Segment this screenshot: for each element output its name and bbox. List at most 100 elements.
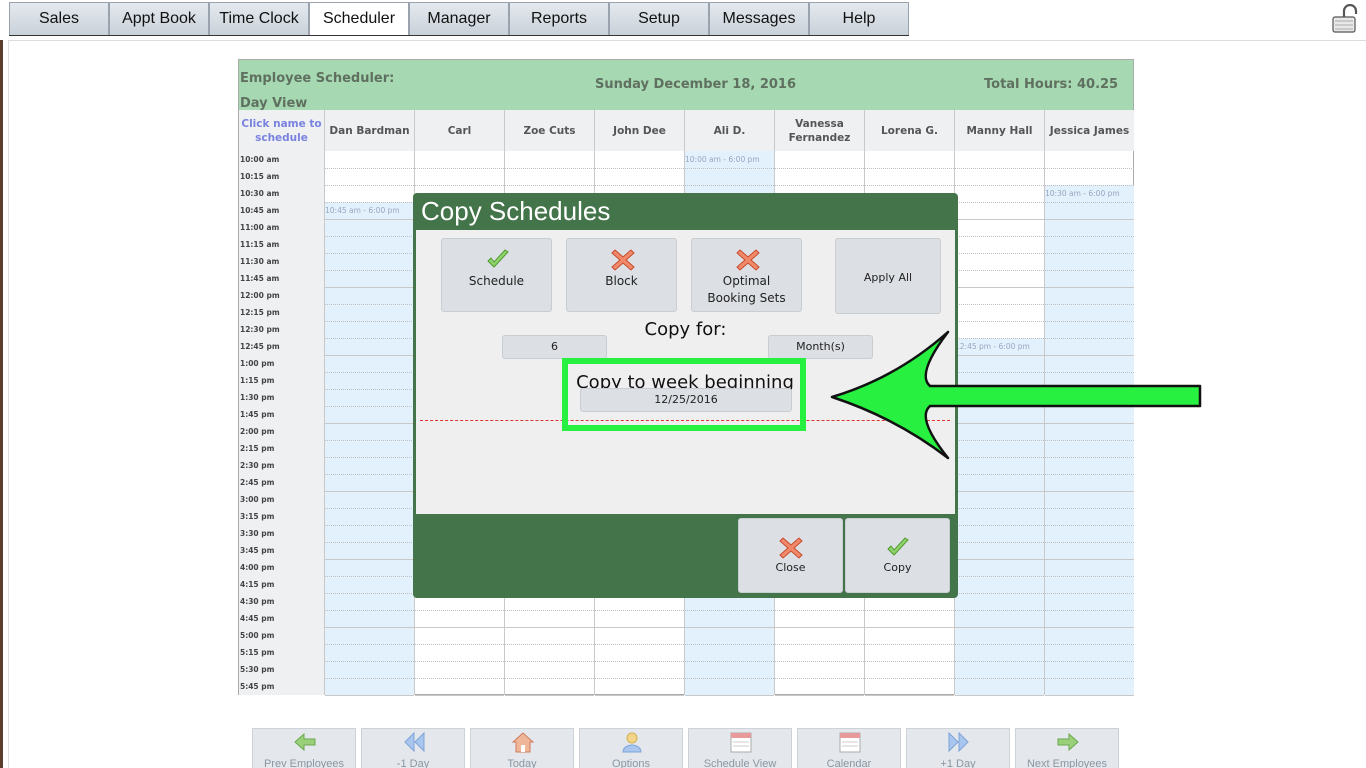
time-slot-line	[775, 678, 864, 679]
time-slot-line	[505, 661, 594, 662]
prev-day-button[interactable]: -1 Day	[361, 728, 465, 768]
schedule-view-label: Schedule View	[703, 758, 777, 768]
tab-sales[interactable]: Sales	[9, 2, 109, 36]
block-option-button[interactable]: Block	[566, 238, 677, 312]
time-slot-line	[505, 168, 594, 169]
time-label: 4:00 pm	[240, 563, 275, 572]
tab-appt-book[interactable]: Appt Book	[109, 2, 209, 36]
calendar-button[interactable]: Calendar	[797, 728, 901, 768]
next-employees-label: Next Employees	[1026, 758, 1108, 768]
schedule-view-button[interactable]: Schedule View	[688, 728, 792, 768]
time-slot-line	[1045, 287, 1134, 288]
next-day-button[interactable]: +1 Day	[906, 728, 1010, 768]
time-slot-line	[325, 678, 414, 679]
time-slot-line	[685, 661, 774, 662]
time-slot-line	[325, 236, 414, 237]
time-slot-line	[325, 406, 414, 407]
prev-day-label: -1 Day	[396, 758, 430, 768]
time-slot-line	[595, 678, 684, 679]
employee-john-dee[interactable]: John Dee	[594, 110, 684, 151]
employee-lorena-g[interactable]: Lorena G.	[864, 110, 954, 151]
employee-carl[interactable]: Carl	[414, 110, 504, 151]
x-icon	[736, 249, 760, 271]
top-bar: Sales Appt Book Time Clock Scheduler Man…	[0, 0, 1366, 40]
employee-vanessa-fernandez[interactable]: Vanessa Fernandez	[774, 110, 864, 151]
time-slot-line	[955, 202, 1044, 203]
optimal-booking-sets-label: Optimal Booking Sets	[707, 274, 786, 305]
employee-ali-d[interactable]: Ali D.	[684, 110, 774, 151]
calendar-label: Calendar	[826, 758, 872, 768]
time-slot-line	[415, 644, 504, 645]
check-icon	[887, 537, 909, 556]
time-column: 10:00 am 10:15 am 10:30 am 10:45 am 11:00 am…	[239, 151, 324, 695]
time-slot-line	[955, 168, 1044, 169]
time-slot-line	[415, 695, 504, 696]
copy-button[interactable]: Copy	[845, 518, 950, 593]
schedule-block[interactable]	[325, 202, 414, 695]
schedule-column[interactable]: 10:45 am - 6:00 pm	[324, 151, 414, 696]
employee-zoe-cuts[interactable]: Zoe Cuts	[504, 110, 594, 151]
time-label: 2:00 pm	[240, 427, 275, 436]
time-label: 2:15 pm	[240, 444, 275, 453]
time-slot-line	[325, 423, 414, 424]
time-slot-line	[685, 185, 774, 186]
time-slot-line	[955, 508, 1044, 509]
employee-dan-bardman[interactable]: Dan Bardman	[324, 110, 414, 151]
tab-setup[interactable]: Setup	[609, 2, 709, 36]
employee-manny-hall[interactable]: Manny Hall	[954, 110, 1044, 151]
time-slot-line	[325, 270, 414, 271]
time-slot-line	[685, 695, 774, 696]
time-slot-line	[775, 168, 864, 169]
employee-jessica-james[interactable]: Jessica James	[1044, 110, 1134, 151]
time-slot-line	[1045, 236, 1134, 237]
tab-scheduler[interactable]: Scheduler	[309, 2, 409, 36]
time-label: 5:15 pm	[240, 648, 275, 657]
tab-time-clock[interactable]: Time Clock	[209, 2, 309, 36]
time-slot-line	[1045, 610, 1134, 611]
time-slot-line	[325, 338, 414, 339]
tab-help[interactable]: Help	[809, 2, 909, 36]
tab-reports[interactable]: Reports	[509, 2, 609, 36]
prev-employees-button[interactable]: Prev Employees	[252, 728, 356, 768]
time-slot-line	[685, 610, 774, 611]
copy-for-quantity[interactable]: 6	[502, 335, 607, 359]
time-slot-line	[325, 355, 414, 356]
tab-messages[interactable]: Messages	[709, 2, 809, 36]
main-tabs: Sales Appt Book Time Clock Scheduler Man…	[9, 2, 909, 36]
time-label: 1:45 pm	[240, 410, 275, 419]
time-slot-line	[325, 542, 414, 543]
time-slot-line	[415, 627, 504, 628]
user-icon	[622, 732, 642, 753]
today-button[interactable]: Today	[470, 728, 574, 768]
unlock-icon[interactable]	[1330, 4, 1360, 34]
time-slot-line	[1045, 491, 1134, 492]
time-label: 12:30 pm	[240, 325, 280, 334]
bottom-navigation: Prev Employees -1 Day Today Options Sche…	[252, 728, 1122, 768]
time-slot-line	[415, 610, 504, 611]
double-chevron-right-icon	[948, 731, 969, 753]
time-slot-line	[505, 627, 594, 628]
close-button[interactable]: Close	[738, 518, 843, 593]
schedule-option-button[interactable]: Schedule	[441, 238, 552, 312]
time-slot-line	[595, 695, 684, 696]
time-slot-line	[595, 661, 684, 662]
time-label: 4:45 pm	[240, 614, 275, 623]
time-slot-line	[1045, 219, 1134, 220]
time-slot-line	[505, 644, 594, 645]
scheduler-date: Sunday December 18, 2016	[595, 77, 797, 92]
optimal-booking-sets-option-button[interactable]: Optimal Booking Sets	[691, 238, 802, 312]
time-slot-line	[685, 678, 774, 679]
tab-manager[interactable]: Manager	[409, 2, 509, 36]
options-button[interactable]: Options	[579, 728, 683, 768]
apply-all-button[interactable]: Apply All	[835, 238, 941, 314]
page-edge	[0, 40, 3, 768]
time-label: 10:45 am	[240, 206, 280, 215]
time-slot-line	[325, 491, 414, 492]
time-label: 3:30 pm	[240, 529, 275, 538]
arrow-left-icon	[294, 732, 316, 752]
time-slot-line	[325, 474, 414, 475]
calendar-icon	[839, 732, 861, 753]
time-slot-line	[955, 304, 1044, 305]
highlight-box	[562, 358, 806, 431]
next-employees-button[interactable]: Next Employees	[1015, 728, 1119, 768]
